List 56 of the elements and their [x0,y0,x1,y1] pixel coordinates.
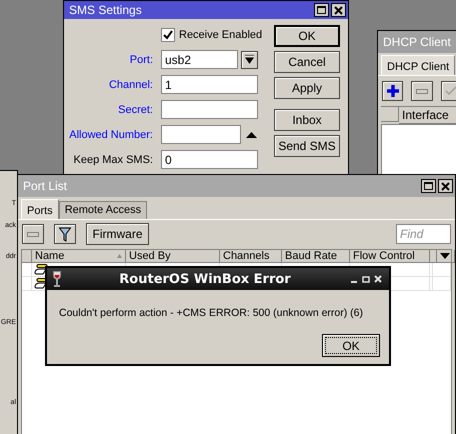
maximize-button[interactable] [314,3,329,17]
check-icon [163,30,173,40]
field-label: Port: [128,54,153,66]
sort-icon [117,254,122,258]
close-button[interactable] [331,3,346,17]
field-label: Allowed Number: [68,128,153,140]
column-header[interactable]: Used By [126,250,220,263]
error-message: Couldn't perform action - +CMS ERROR: 500 (unknown error) (6) [59,306,363,320]
dialog-button[interactable]: OK [274,25,340,47]
minus-icon [416,88,428,94]
checkmark-icon [445,86,456,96]
dropdown-button[interactable] [241,50,258,68]
filter-icon [59,226,71,242]
tab[interactable]: Ports [21,199,59,219]
remove-button[interactable] [411,81,433,101]
plus-icon [386,84,400,98]
remove-button[interactable] [22,224,44,244]
input-field[interactable]: usb2 [161,50,238,69]
firmware-button[interactable]: Firmware [86,223,149,245]
find-field[interactable]: Find [396,224,451,244]
dialog-button[interactable]: Send SMS [274,135,340,157]
column-header[interactable]: Flow Control [350,250,430,263]
column-header[interactable]: Name [32,250,126,263]
table-cell [433,263,451,277]
column-header[interactable]: Channels [220,250,282,263]
window-title: DHCP Client [383,35,452,49]
ok-button[interactable]: OK [322,334,380,357]
collapse-arrow-icon[interactable] [246,132,256,138]
column-header[interactable]: Baud Rate [282,250,350,263]
filter-button[interactable] [54,224,76,244]
input-field[interactable] [161,125,241,144]
input-field[interactable] [161,100,258,119]
down-arrow-icon [245,55,254,64]
tab[interactable]: Remote Access [58,201,148,219]
dialog-button[interactable]: Cancel [274,51,340,73]
dialog-button[interactable]: Inbox [274,109,340,131]
maximize-button[interactable] [421,179,436,193]
dialog-button[interactable]: Apply [274,77,340,99]
wine-glass-icon [53,271,61,287]
minus-icon [27,232,39,236]
enable-button[interactable] [440,81,456,101]
field-label: Secret: [117,104,153,116]
table-cell [433,277,451,291]
receive-enabled-checkbox[interactable]: Receive Enabled [161,25,262,44]
input-field[interactable]: 0 [161,150,258,169]
dialog-title: RouterOS WinBox Error [118,272,292,286]
window-title: Port List [23,179,68,193]
window-title: SMS Settings [69,3,143,17]
column-menu-button[interactable] [437,250,455,263]
field-label: Channel: [108,78,153,90]
input-field[interactable]: 1 [161,75,258,94]
tab[interactable]: DHCP Client [381,55,456,75]
add-button[interactable] [382,81,404,101]
close-button[interactable] [438,179,453,193]
caret-icon [440,253,450,259]
field-label: Keep Max SMS: [72,154,153,166]
